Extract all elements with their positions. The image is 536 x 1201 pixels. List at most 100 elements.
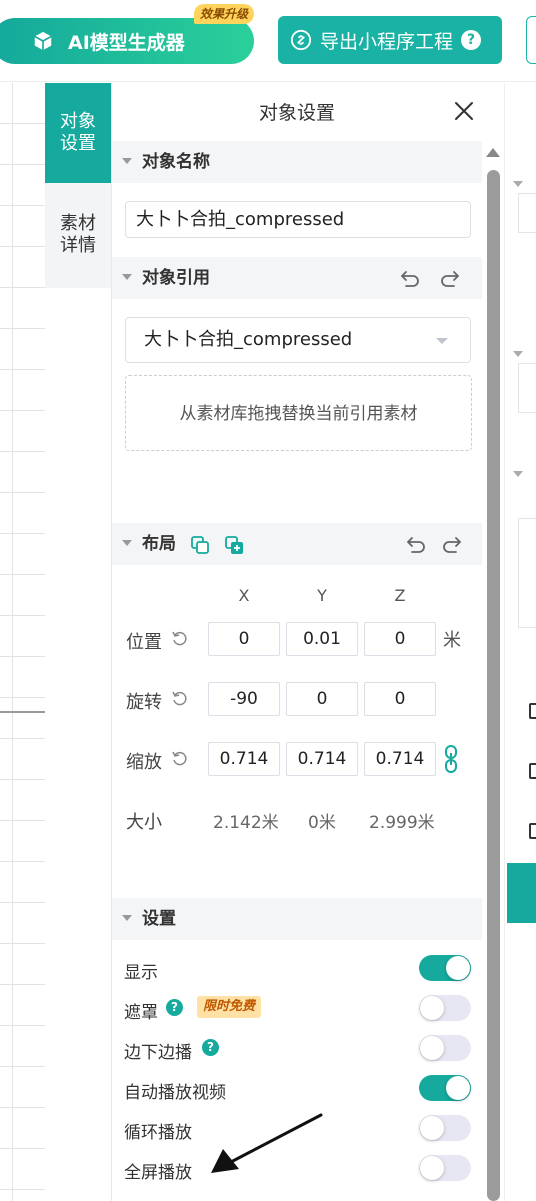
toggle-knob [420, 1036, 444, 1060]
toggle-autoplay[interactable] [419, 1075, 471, 1101]
toggle-knob [446, 956, 470, 980]
position-z-input[interactable]: 0 [364, 622, 436, 656]
tab-label: 设置 [60, 133, 96, 154]
grid-axis-line [0, 711, 45, 713]
section-layout[interactable]: 布局 [112, 523, 482, 565]
toggle-show[interactable] [419, 955, 471, 981]
help-icon[interactable]: ? [461, 30, 482, 50]
close-icon[interactable] [454, 101, 474, 121]
tab-asset-details[interactable]: 素材 详情 [45, 183, 111, 288]
select-value: 大卜卜合拍_compressed [144, 329, 353, 350]
chevron-down-icon [122, 274, 132, 280]
export-miniprogram-button[interactable]: 导出小程序工程 ? [278, 16, 502, 64]
section-title: 设置 [142, 909, 176, 929]
rotation-z-input[interactable]: 0 [364, 682, 436, 716]
device-icon[interactable] [529, 763, 536, 779]
tab-label: 素材 [60, 213, 96, 234]
column-y: Y [317, 586, 327, 605]
link-lock-icon[interactable] [444, 745, 458, 773]
limited-free-badge: 限时免费 [197, 996, 262, 1018]
chevron-down-icon [122, 915, 132, 921]
setting-label-mask: 遮罩 [124, 1003, 158, 1023]
size-x-value: 2.142米 [213, 813, 279, 833]
undo-icon[interactable] [406, 535, 426, 553]
rotation-y-input[interactable]: 0 [286, 682, 358, 716]
chevron-down-icon [513, 351, 523, 357]
asset-dropzone[interactable]: 从素材库拖拽替换当前引用素材 [125, 375, 472, 451]
object-settings-panel: 对象设置 对象名称 大卜卜合拍_compressed 对象引用 大卜卜合拍_co… [111, 83, 504, 1201]
toggle-loop[interactable] [419, 1115, 471, 1141]
tab-label: 对象 [60, 111, 96, 132]
partial-box [518, 518, 536, 628]
size-y-value: 0米 [308, 813, 336, 833]
position-y-input[interactable]: 0.01 [286, 622, 358, 656]
chevron-down-icon [122, 158, 132, 164]
ai-model-generator-label: AI模型生成器 [68, 31, 185, 54]
toolbar-button-partial[interactable] [526, 16, 536, 64]
size-label: 大小 [126, 812, 162, 833]
right-side-panel-partial [504, 83, 536, 1201]
scrollbar-thumb[interactable] [487, 170, 500, 1201]
export-miniprogram-label: 导出小程序工程 [320, 30, 454, 53]
partial-box [518, 193, 536, 233]
toggle-mask[interactable] [419, 995, 471, 1021]
copy-icon[interactable] [190, 535, 210, 555]
active-tool-button[interactable] [507, 863, 536, 923]
scale-z-input[interactable]: 0.714 [364, 742, 436, 776]
section-object-reference[interactable]: 对象引用 [112, 257, 482, 299]
cube-icon [34, 31, 52, 51]
setting-label-autoplay: 自动播放视频 [124, 1083, 226, 1103]
size-z-value: 2.999米 [369, 813, 435, 833]
section-object-name[interactable]: 对象名称 [112, 141, 482, 183]
chevron-down-icon [513, 181, 523, 187]
section-title: 布局 [142, 534, 176, 554]
scroll-up-arrow[interactable] [486, 148, 500, 157]
setting-label-stream-play: 边下边播 [124, 1043, 192, 1063]
reset-icon[interactable] [172, 691, 188, 707]
undo-icon[interactable] [400, 269, 420, 287]
rotation-x-input[interactable]: -90 [208, 682, 280, 716]
device-icon[interactable] [529, 823, 536, 839]
rotation-label: 旋转 [126, 692, 162, 713]
upgrade-badge: 效果升级 [194, 4, 255, 24]
redo-icon[interactable] [440, 269, 460, 287]
setting-label-fullscreen: 全屏播放 [124, 1163, 192, 1183]
object-name-input[interactable]: 大卜卜合拍_compressed [125, 201, 471, 238]
scale-y-input[interactable]: 0.714 [286, 742, 358, 776]
chevron-down-icon [122, 540, 132, 546]
scale-label: 缩放 [126, 752, 162, 773]
chevron-down-icon [436, 338, 448, 344]
canvas-grid[interactable] [0, 83, 45, 1201]
toggle-knob [420, 996, 444, 1020]
setting-label-loop: 循环播放 [124, 1123, 192, 1143]
section-settings[interactable]: 设置 [112, 898, 482, 940]
tab-object-settings[interactable]: 对象 设置 [45, 83, 111, 183]
help-icon[interactable]: ? [166, 999, 183, 1016]
ai-model-generator-button[interactable]: AI模型生成器 [0, 18, 254, 64]
link-icon [290, 29, 312, 51]
position-label: 位置 [126, 632, 162, 653]
toggle-knob [446, 1076, 470, 1100]
setting-label-show: 显示 [124, 963, 158, 983]
reset-icon[interactable] [172, 631, 188, 647]
object-reference-select[interactable]: 大卜卜合拍_compressed [125, 317, 471, 363]
annotation-arrow-icon [211, 1113, 323, 1173]
redo-icon[interactable] [442, 535, 462, 553]
reset-icon[interactable] [172, 751, 188, 767]
toggle-stream-play[interactable] [419, 1035, 471, 1061]
toggle-knob [420, 1116, 444, 1140]
section-title: 对象引用 [142, 268, 210, 288]
position-unit: 米 [443, 630, 461, 651]
column-x: X [238, 586, 250, 605]
top-toolbar: AI模型生成器 效果升级 导出小程序工程 ? [0, 0, 536, 82]
panel-title: 对象设置 [258, 102, 335, 124]
column-z: Z [394, 586, 406, 605]
device-icon[interactable] [529, 703, 536, 719]
scale-x-input[interactable]: 0.714 [208, 742, 280, 776]
toggle-fullscreen[interactable] [419, 1155, 471, 1181]
tab-label: 详情 [60, 235, 96, 256]
chevron-down-icon [513, 471, 523, 477]
paste-icon[interactable] [224, 535, 246, 555]
position-x-input[interactable]: 0 [208, 622, 280, 656]
help-icon[interactable]: ? [202, 1039, 219, 1056]
